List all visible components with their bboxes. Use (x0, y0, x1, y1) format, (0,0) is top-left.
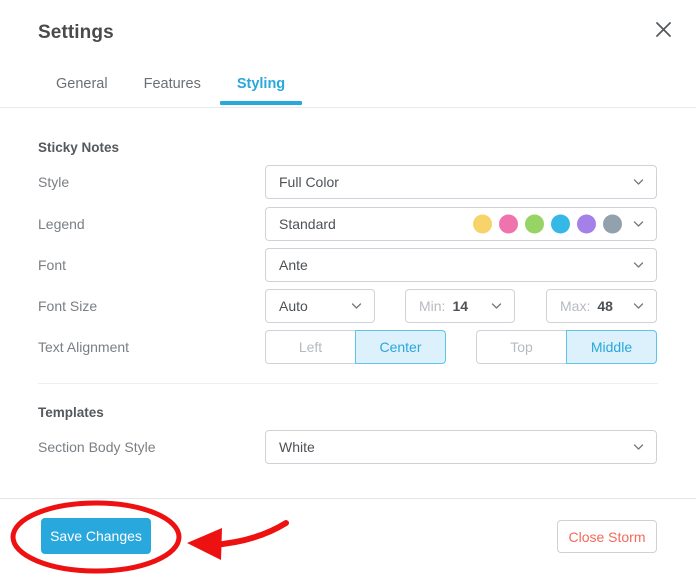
font-size-min-select[interactable]: Min: 14 (405, 289, 515, 323)
font-size-min-value: 14 (452, 298, 469, 314)
font-size-mode-select[interactable]: Auto (265, 289, 375, 323)
legend-swatch-5 (577, 214, 596, 234)
tab-features[interactable]: Features (126, 74, 219, 104)
close-storm-button[interactable]: Close Storm (557, 520, 657, 553)
section-divider (38, 383, 658, 384)
text-align-horizontal-group: Left Center (265, 330, 446, 364)
align-left-label: Left (298, 339, 323, 355)
legend-swatches (473, 214, 622, 234)
align-middle-button[interactable]: Middle (566, 330, 657, 364)
style-select-value: Full Color (279, 174, 339, 190)
font-select-value: Ante (279, 257, 308, 273)
tab-styling-label: Styling (236, 76, 286, 92)
text-align-vertical-group: Top Middle (476, 330, 657, 364)
legend-swatch-1 (473, 214, 492, 234)
label-legend: Legend (38, 216, 85, 232)
section-body-style-value: White (279, 439, 315, 455)
legend-swatch-2 (499, 214, 518, 234)
align-left-button[interactable]: Left (265, 330, 355, 364)
chevron-down-icon (351, 301, 362, 312)
font-size-max-select[interactable]: Max: 48 (546, 289, 657, 323)
legend-select-value: Standard (279, 216, 336, 232)
style-select[interactable]: Full Color (265, 165, 657, 199)
label-section-body-style: Section Body Style (38, 439, 156, 455)
legend-swatch-3 (525, 214, 544, 234)
align-center-button[interactable]: Center (355, 330, 446, 364)
close-storm-label: Close Storm (568, 528, 646, 545)
chevron-down-icon (633, 177, 644, 188)
font-size-max-value: 48 (597, 298, 613, 314)
chevron-down-icon (633, 219, 644, 230)
tab-features-label: Features (143, 76, 201, 92)
tab-general-label: General (56, 76, 108, 92)
pointer-arrow-shaft (209, 520, 289, 548)
section-heading-sticky-notes: Sticky Notes (38, 140, 120, 155)
settings-tabbar: General Features Styling (0, 74, 696, 108)
label-text-alignment: Text Alignment (38, 339, 130, 355)
page-title: Settings (38, 22, 114, 43)
label-style: Style (38, 174, 70, 190)
save-changes-label: Save Changes (50, 528, 142, 544)
font-size-min-prefix: Min: (419, 298, 446, 314)
label-font-size: Font Size (38, 298, 98, 314)
footer-divider (0, 498, 696, 499)
align-center-label: Center (379, 339, 422, 355)
chevron-down-icon (633, 260, 644, 271)
tab-general[interactable]: General (38, 74, 126, 104)
chevron-down-icon (633, 301, 644, 312)
label-font: Font (38, 257, 67, 273)
chevron-down-icon (633, 442, 644, 453)
legend-swatch-6 (603, 214, 622, 234)
align-top-label: Top (510, 339, 533, 355)
pointer-arrow-head (187, 528, 222, 560)
font-select[interactable]: Ante (265, 248, 657, 282)
legend-swatch-4 (551, 214, 570, 234)
align-top-button[interactable]: Top (476, 330, 566, 364)
close-icon[interactable] (647, 13, 679, 45)
align-middle-label: Middle (590, 339, 633, 355)
chevron-down-icon (491, 301, 502, 312)
font-size-max-prefix: Max: (560, 298, 591, 314)
section-body-style-select[interactable]: White (265, 430, 657, 464)
settings-modal: Settings General Features Styling Sticky… (0, 0, 696, 574)
section-heading-templates: Templates (38, 405, 104, 420)
save-changes-button[interactable]: Save Changes (41, 518, 151, 554)
legend-select[interactable]: Standard (265, 207, 657, 241)
tab-active-indicator (219, 101, 303, 105)
tab-styling[interactable]: Styling (219, 74, 303, 105)
font-size-mode-value: Auto (279, 298, 308, 314)
